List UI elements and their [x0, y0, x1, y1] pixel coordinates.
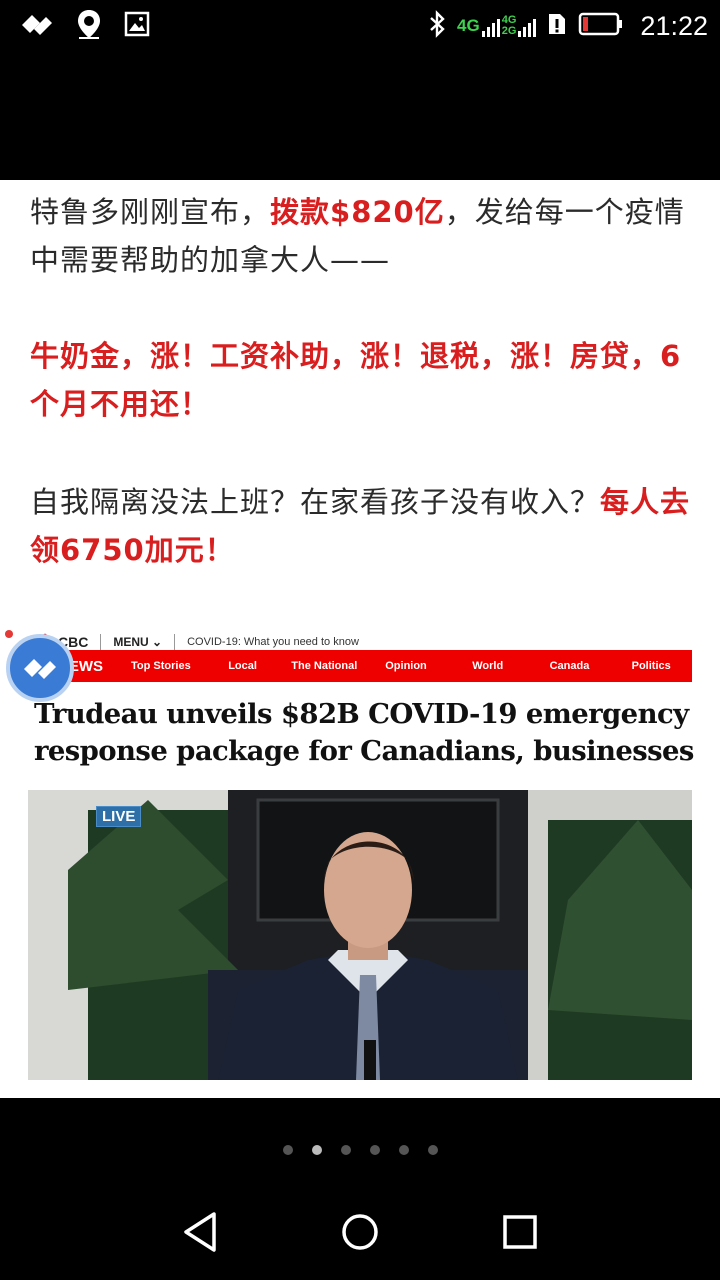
live-badge: LIVE: [96, 806, 142, 827]
paragraph-3: 自我隔离没法上班？在家看孩子没有收入？每人去领6750加元！: [30, 485, 691, 567]
page-dot[interactable]: [427, 1145, 438, 1155]
sim-alert-icon: [546, 11, 568, 41]
back-triangle-icon: [184, 1212, 216, 1252]
cbc-nav-item: Top Stories: [131, 660, 191, 672]
cbc-covid-link: COVID-19: What you need to know: [187, 636, 359, 648]
page-dot[interactable]: [340, 1145, 351, 1155]
app-tool-icon: [24, 659, 56, 679]
floating-tool-button[interactable]: [6, 634, 74, 702]
app-icon: [18, 9, 54, 43]
paragraph-2: 牛奶金，涨！工资补助，涨！退税，涨！房贷，6个月不用还！: [30, 339, 682, 421]
cbc-nav-item: World: [472, 660, 504, 672]
video-still: LIVE: [28, 790, 692, 1080]
cbc-nav-item: Opinion: [385, 660, 427, 672]
recents-square-icon: [503, 1215, 537, 1249]
status-bar: 4G 4G 2G 21:22: [0, 0, 720, 52]
cbc-menu: MENU ⌄: [113, 635, 163, 649]
notification-dot: [5, 630, 13, 638]
page-dot[interactable]: [369, 1145, 380, 1155]
cbc-nav-item: The National: [291, 660, 358, 672]
network-type-secondary: 4G 2G: [501, 14, 517, 37]
recents-button[interactable]: [496, 1208, 544, 1256]
home-circle-icon: [342, 1214, 378, 1250]
home-button[interactable]: [336, 1208, 384, 1256]
page-dot[interactable]: [398, 1145, 409, 1155]
bluetooth-icon: [427, 10, 447, 42]
battery-icon: [578, 11, 624, 41]
cbc-nav-item: Canada: [549, 660, 590, 672]
back-button[interactable]: [176, 1208, 224, 1256]
signal-icon: 4G 4G 2G: [457, 14, 537, 37]
location-icon: [76, 8, 102, 44]
highlight-amount: 拨款$820亿: [270, 195, 445, 229]
image-viewer[interactable]: 特鲁多刚刚宣布，拨款$820亿，发给每一个疫情中需要帮助的加拿大人—— 牛奶金，…: [0, 180, 720, 1098]
image-icon: [124, 11, 150, 41]
cbc-nav-item: Politics: [631, 660, 671, 672]
network-type-label: 4G: [457, 16, 480, 35]
cbc-nav-item: Local: [228, 660, 257, 672]
paragraph-1: 特鲁多刚刚宣布，拨款$820亿，发给每一个疫情中需要帮助的加拿大人——: [30, 195, 685, 277]
news-headline: Trudeau unveils $82B COVID-19 emergency …: [34, 698, 694, 767]
page-dot-active[interactable]: [311, 1145, 322, 1155]
clock: 21:22: [640, 10, 708, 41]
page-dot[interactable]: [282, 1145, 293, 1155]
navigation-bar: [0, 1196, 720, 1268]
press-conference-image: [28, 790, 692, 1080]
cbc-navbar: NEWS Top Stories Local The National Opin…: [28, 650, 692, 682]
page-indicator: [0, 1145, 720, 1155]
cbc-screenshot: CBC MENU ⌄ COVID-19: What you need to kn…: [0, 620, 720, 1098]
